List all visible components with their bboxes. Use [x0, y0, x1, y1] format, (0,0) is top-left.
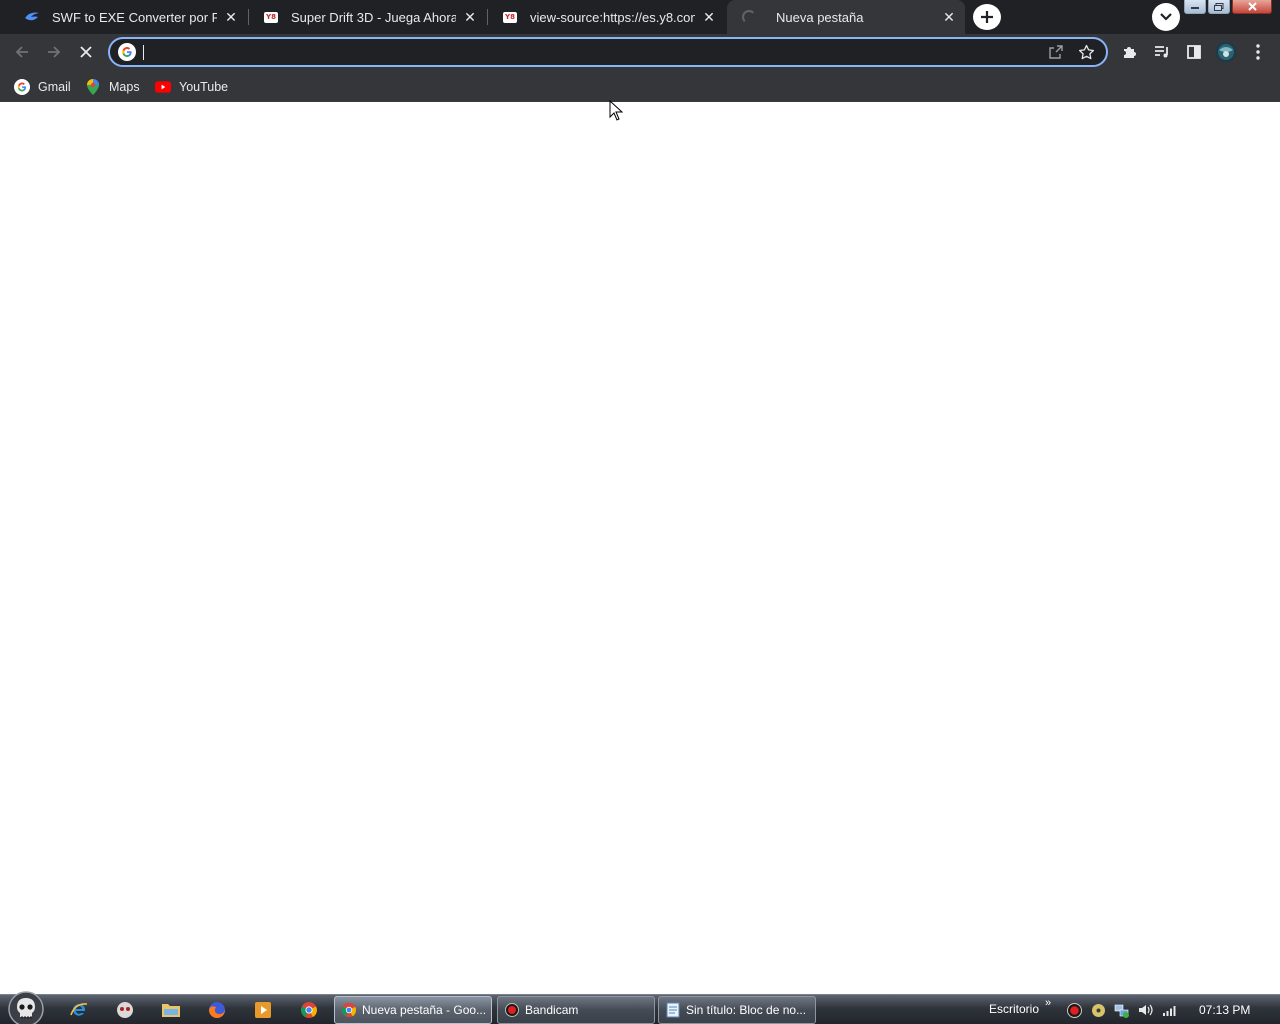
bookmark-youtube[interactable]: YouTube: [155, 76, 228, 98]
tab-title: view-source:https://es.y8.com/ga: [530, 9, 695, 25]
tab-search-button[interactable]: [1152, 3, 1180, 31]
taskbar-window-chrome[interactable]: Nueva pestaña - Goo...: [334, 996, 492, 1024]
tray-record-icon[interactable]: [1066, 1002, 1082, 1018]
youtube-icon: [155, 79, 171, 95]
chrome-icon: [341, 1002, 357, 1018]
bookmark-label: Gmail: [38, 80, 71, 94]
desktop-toolbar-label[interactable]: Escritorio: [989, 1002, 1039, 1016]
quicklaunch-chrome[interactable]: [296, 998, 322, 1022]
close-icon: [80, 46, 92, 58]
taskbar-window-label: Sin título: Bloc de no...: [686, 1003, 807, 1017]
tab-swf-converter[interactable]: SWF to EXE Converter por Furiou ✕: [10, 0, 247, 34]
close-icon[interactable]: ✕: [941, 9, 957, 25]
close-icon: [1247, 2, 1257, 11]
star-icon[interactable]: [1072, 39, 1100, 65]
start-button[interactable]: [4, 991, 48, 1024]
folder-icon: [162, 1004, 180, 1017]
quicklaunch-app[interactable]: [112, 998, 138, 1022]
notepad-icon: [665, 1002, 681, 1018]
taskbar-window-bandicam[interactable]: Bandicam: [497, 996, 655, 1024]
tray-network-icon[interactable]: [1114, 1002, 1130, 1018]
browser-toolbar: [0, 34, 1280, 70]
restore-icon: [1214, 2, 1224, 11]
bookmark-label: Maps: [109, 80, 140, 94]
arrow-left-icon: [15, 46, 28, 58]
maps-pin-icon: [85, 79, 101, 95]
minimize-icon: [1191, 6, 1199, 9]
close-icon[interactable]: ✕: [462, 9, 478, 25]
tab-new-tab[interactable]: Nueva pestaña ✕: [727, 0, 965, 34]
bookmark-maps[interactable]: Maps: [85, 76, 140, 98]
tab-title: Super Drift 3D - Juega Ahora en: [291, 9, 456, 25]
bandicam-icon: [504, 1002, 520, 1018]
skull-icon: [8, 991, 44, 1024]
bookmark-label: YouTube: [179, 80, 229, 94]
address-input[interactable]: [136, 40, 1042, 64]
system-clock[interactable]: 07:13 PM: [1199, 1003, 1250, 1017]
taskbar-window-label: Bandicam: [525, 1003, 579, 1017]
menu-button[interactable]: [1242, 36, 1274, 68]
bookmarks-bar: Gmail Maps YouTube: [0, 70, 1280, 102]
minimize-button[interactable]: [1184, 0, 1206, 14]
tray-disc-icon[interactable]: [1090, 1002, 1106, 1018]
quicklaunch-explorer[interactable]: [158, 998, 184, 1022]
window-controls: [1184, 0, 1272, 14]
y8-icon: Y8: [502, 9, 518, 25]
quicklaunch-firefox[interactable]: [204, 998, 230, 1022]
windows-taskbar: Nueva pestaña - Goo... Bandicam Sin títu…: [0, 991, 1280, 1024]
chevron-down-icon: [1160, 13, 1172, 21]
address-bar[interactable]: [108, 37, 1108, 67]
app-skull-icon: [117, 1002, 133, 1018]
share-icon[interactable]: [1042, 39, 1070, 65]
side-panel-icon: [1187, 45, 1201, 59]
taskbar-window-notepad[interactable]: Sin título: Bloc de no...: [658, 996, 816, 1024]
tab-strip: SWF to EXE Converter por Furiou ✕ Y8 Sup…: [0, 0, 1280, 34]
back-button[interactable]: [6, 36, 38, 68]
media-player-icon: [255, 1002, 271, 1018]
close-window-button[interactable]: [1232, 0, 1272, 14]
plus-icon: [981, 11, 993, 23]
stop-loading-button[interactable]: [70, 36, 102, 68]
new-tab-button[interactable]: [973, 4, 1001, 30]
chevron-right-icon[interactable]: »: [1045, 997, 1051, 1009]
loading-spinner-icon: [741, 9, 757, 25]
tab-view-source[interactable]: Y8 view-source:https://es.y8.com/ga ✕: [488, 0, 725, 34]
extensions-button[interactable]: [1114, 36, 1146, 68]
volume-icon[interactable]: [1138, 1002, 1154, 1018]
signal-bars-icon[interactable]: [1162, 1002, 1178, 1018]
tab-super-drift[interactable]: Y8 Super Drift 3D - Juega Ahora en ✕: [249, 0, 486, 34]
google-icon: [14, 79, 30, 95]
playlist-icon: [1155, 46, 1168, 58]
close-icon[interactable]: ✕: [223, 9, 239, 25]
forward-button[interactable]: [38, 36, 70, 68]
puzzle-icon: [1124, 47, 1136, 58]
quicklaunch-ie[interactable]: [66, 998, 92, 1022]
media-control-button[interactable]: [1146, 36, 1178, 68]
quicklaunch-media[interactable]: [250, 998, 276, 1022]
taskbar-window-label: Nueva pestaña - Goo...: [362, 1003, 487, 1017]
side-panel-button[interactable]: [1178, 36, 1210, 68]
more-vertical-icon: [1256, 44, 1260, 60]
avatar-icon: [1215, 41, 1237, 63]
mouse-pointer-icon: [609, 100, 623, 121]
y8-icon: Y8: [263, 9, 279, 25]
text-caret: [143, 45, 144, 60]
tab-title: SWF to EXE Converter por Furiou: [52, 9, 217, 25]
page-content: [0, 103, 1280, 994]
bookmark-gmail[interactable]: Gmail: [14, 76, 71, 98]
internet-explorer-icon: [70, 1003, 88, 1016]
arrow-right-icon: [48, 46, 61, 58]
firefox-icon: [209, 1002, 225, 1018]
profile-avatar[interactable]: [1210, 36, 1242, 68]
chrome-icon: [301, 1002, 317, 1018]
close-icon[interactable]: ✕: [701, 9, 717, 25]
swf-converter-icon: [24, 9, 40, 25]
tab-title: Nueva pestaña: [776, 9, 864, 25]
google-icon: [118, 43, 136, 61]
restore-button[interactable]: [1208, 0, 1230, 14]
